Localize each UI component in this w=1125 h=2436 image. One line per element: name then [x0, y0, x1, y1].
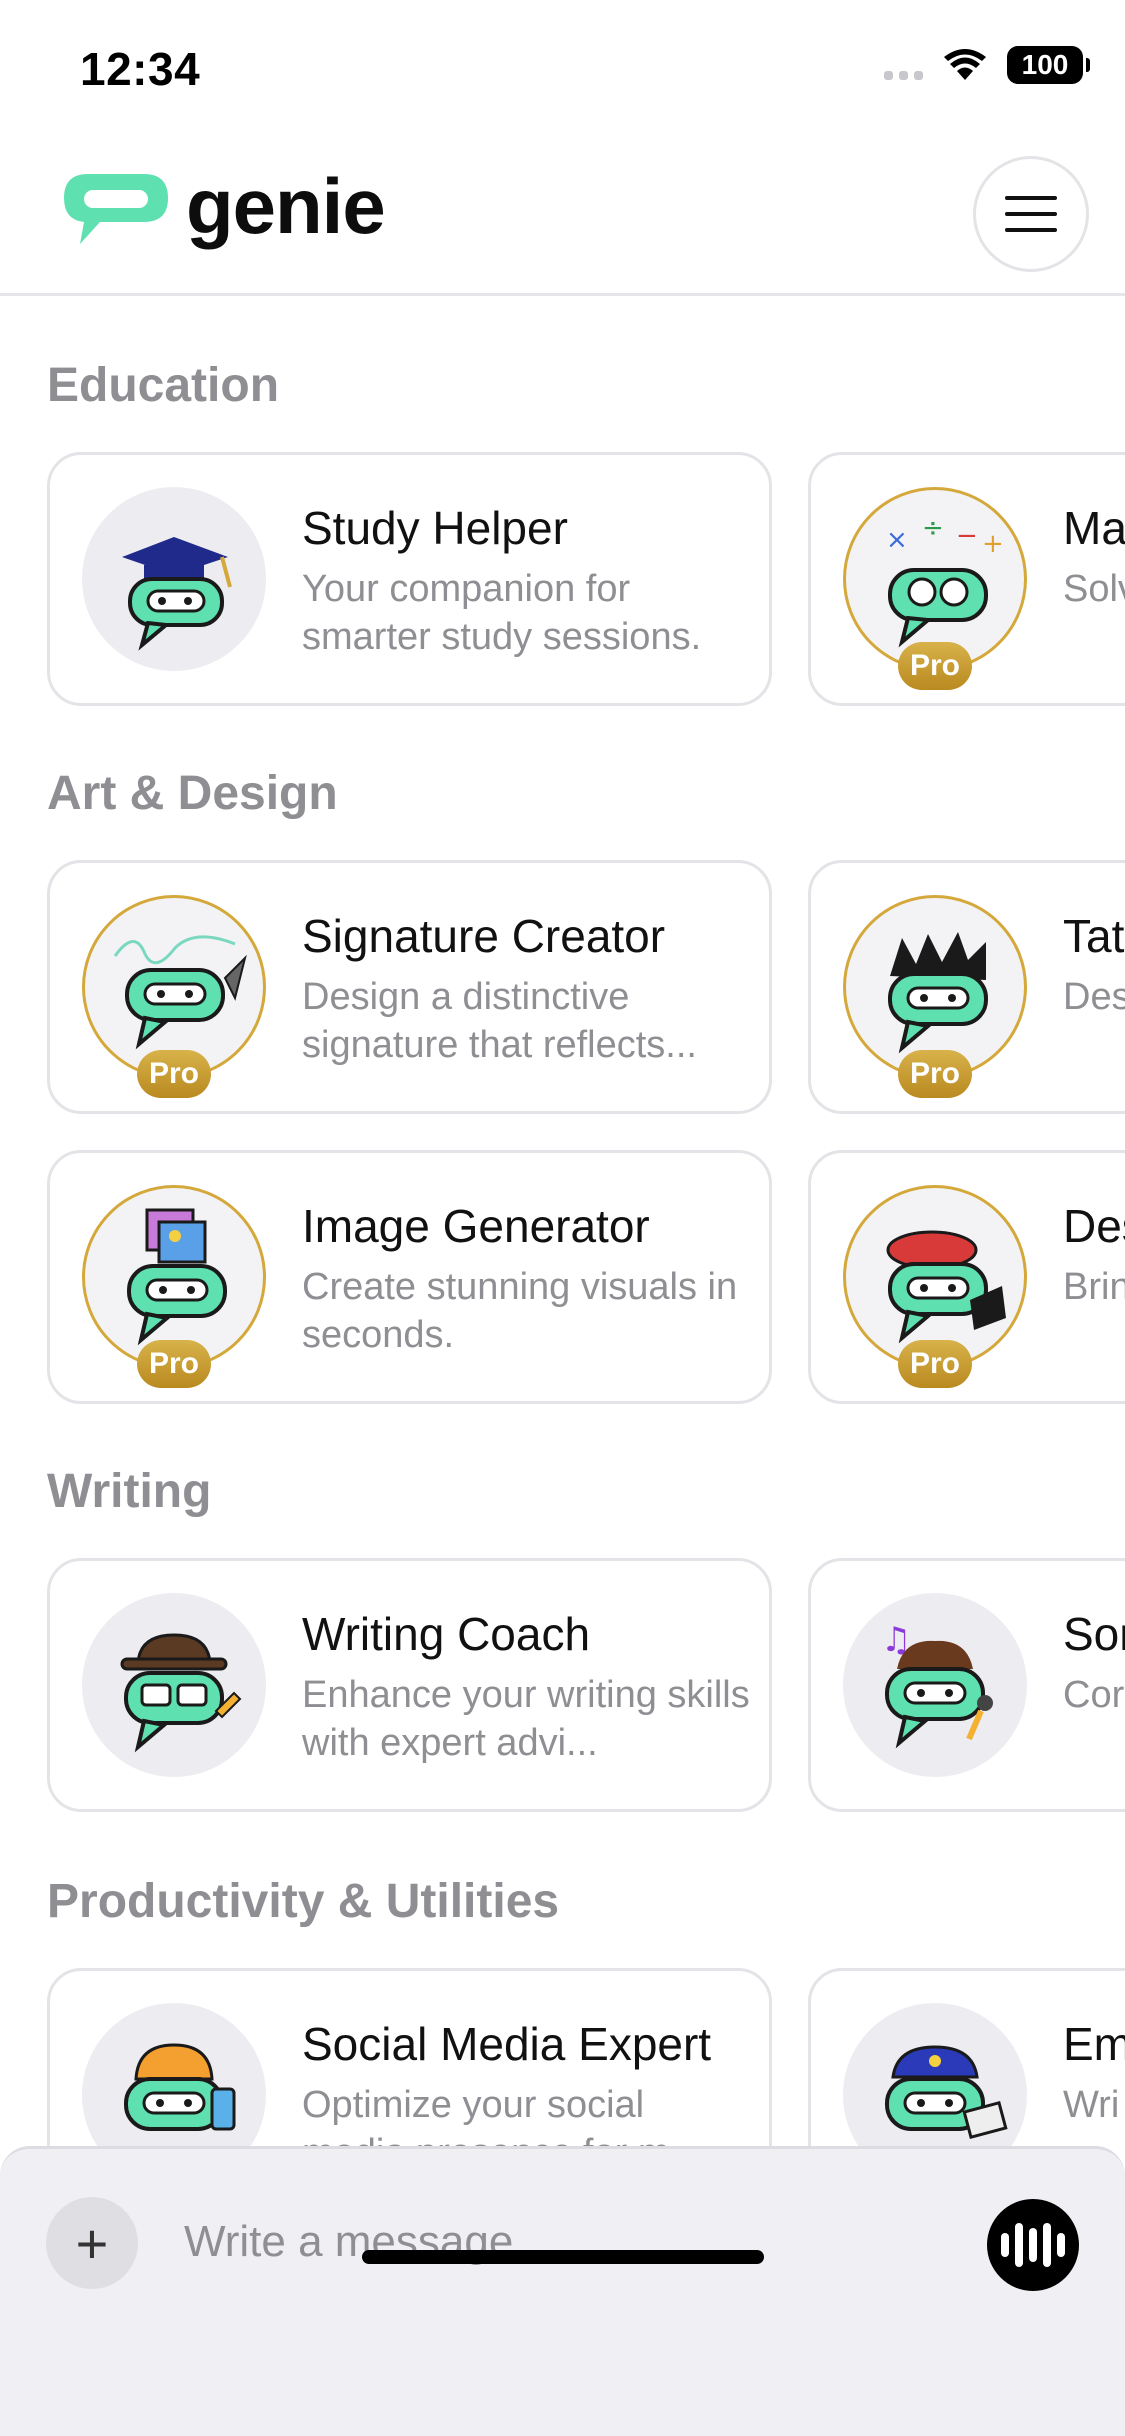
- cap-phone-icon: [82, 2003, 266, 2146]
- assistant-card-study-helper[interactable]: Study Helper Your companion for smarter …: [47, 452, 772, 706]
- math-symbols-icon: × ÷ − + Pro: [843, 487, 1027, 690]
- quill-pen-icon: Pro: [82, 895, 266, 1098]
- hamburger-line: [1005, 196, 1057, 200]
- graduation-cap-icon: [82, 487, 266, 671]
- hamburger-line: [1005, 212, 1057, 216]
- svg-text:−: −: [956, 521, 978, 551]
- card-title: Ma: [1063, 502, 1125, 554]
- wifi-icon: [944, 49, 986, 80]
- card-title: Tat: [1063, 910, 1125, 962]
- assistant-card-signature-creator[interactable]: Pro Signature Creator Design a distincti…: [47, 860, 772, 1114]
- chat-bubble-logo-icon: [64, 174, 168, 244]
- card-description: Create stunning visuals in seconds.: [302, 1266, 738, 1356]
- section-title-education: Education: [47, 359, 280, 412]
- section-title-productivity: Productivity & Utilities: [47, 1875, 560, 1928]
- assistant-card-math[interactable]: × ÷ − + Pro Ma Solv pro: [808, 452, 1125, 706]
- battery-indicator: 100: [1007, 46, 1090, 84]
- waveform-bar: [1057, 2233, 1065, 2257]
- assistant-card-social-media-expert[interactable]: Social Media Expert Optimize your social…: [47, 1968, 772, 2146]
- section-title-art-design: Art & Design: [47, 767, 338, 820]
- assistant-card-image-generator[interactable]: Pro Image Generator Create stunning visu…: [47, 1150, 772, 1404]
- card-title: Study Helper: [302, 502, 568, 554]
- assistant-catalog: Education Study Helper Your companion fo…: [0, 296, 1125, 2146]
- waveform-bar: [1043, 2223, 1051, 2267]
- home-indicator: [362, 2250, 764, 2264]
- svg-text:×: ×: [886, 525, 908, 555]
- music-notes-mic-icon: ♫: [843, 1593, 1027, 1777]
- card-title: Signature Creator: [302, 910, 666, 962]
- image-frame-icon: Pro: [82, 1185, 266, 1388]
- pro-badge: Pro: [898, 642, 972, 690]
- assistant-card-designer[interactable]: Pro Des Brin idea: [808, 1150, 1125, 1404]
- card-description: Des tail: [1063, 976, 1125, 1018]
- waveform-bar: [1015, 2223, 1023, 2267]
- card-description: Optimize your social media presence for …: [302, 2084, 701, 2146]
- svg-text:+: +: [982, 529, 1004, 559]
- card-description: Brin idea: [1063, 1266, 1125, 1308]
- police-cap-envelope-icon: [843, 2003, 1027, 2146]
- pro-badge: Pro: [137, 1340, 211, 1388]
- assistant-card-tattoo[interactable]: Pro Tat Des tail: [808, 860, 1125, 1114]
- waveform-bar: [1029, 2228, 1037, 2262]
- pro-badge: Pro: [898, 1340, 972, 1388]
- status-time: 12:34: [80, 43, 201, 95]
- logo-text: genie: [186, 162, 386, 250]
- card-title: Social Media Expert: [302, 2018, 712, 2070]
- cellular-signal-icon: [884, 50, 923, 80]
- pro-badge: Pro: [898, 1050, 972, 1098]
- card-title: Des: [1063, 1200, 1125, 1252]
- pro-badge: Pro: [137, 1050, 211, 1098]
- assistant-card-writing-coach[interactable]: Writing Coach Enhance your writing skill…: [47, 1558, 772, 1812]
- card-description: Cor son: [1063, 1674, 1125, 1716]
- beret-laptop-icon: Pro: [843, 1185, 1027, 1388]
- tattoo-artist-icon: Pro: [843, 895, 1027, 1098]
- card-description: Wri the: [1063, 2084, 1125, 2126]
- status-bar: 12:34 100: [0, 0, 1125, 140]
- assistant-card-song[interactable]: ♫ Sor Cor son: [808, 1558, 1125, 1812]
- section-title-writing: Writing: [47, 1465, 212, 1518]
- status-indicators: 100: [884, 46, 1090, 84]
- card-title: Image Generator: [302, 1200, 650, 1252]
- card-description: Enhance your writing skills with expert …: [302, 1674, 750, 1764]
- card-title: Sor: [1063, 1608, 1125, 1660]
- menu-button[interactable]: [973, 156, 1089, 272]
- app-header: genie: [0, 140, 1125, 296]
- hamburger-line: [1005, 228, 1057, 232]
- fedora-pencil-icon: [82, 1593, 266, 1777]
- card-title: Writing Coach: [302, 1608, 591, 1660]
- waveform-bar: [1001, 2233, 1009, 2257]
- card-description: Design a distinctive signature that refl…: [302, 976, 697, 1066]
- voice-input-button[interactable]: [987, 2199, 1079, 2291]
- attach-plus-button[interactable]: +: [46, 2197, 138, 2289]
- svg-text:÷: ÷: [922, 513, 944, 543]
- card-title: Em: [1063, 2018, 1125, 2070]
- genie-logo[interactable]: genie: [60, 162, 386, 250]
- card-description: Your companion for smarter study session…: [302, 568, 702, 658]
- assistant-card-email[interactable]: Em Wri the: [808, 1968, 1125, 2146]
- message-composer: +: [0, 2146, 1125, 2436]
- message-input[interactable]: [184, 2207, 944, 2277]
- card-description: Solv pro: [1063, 568, 1125, 610]
